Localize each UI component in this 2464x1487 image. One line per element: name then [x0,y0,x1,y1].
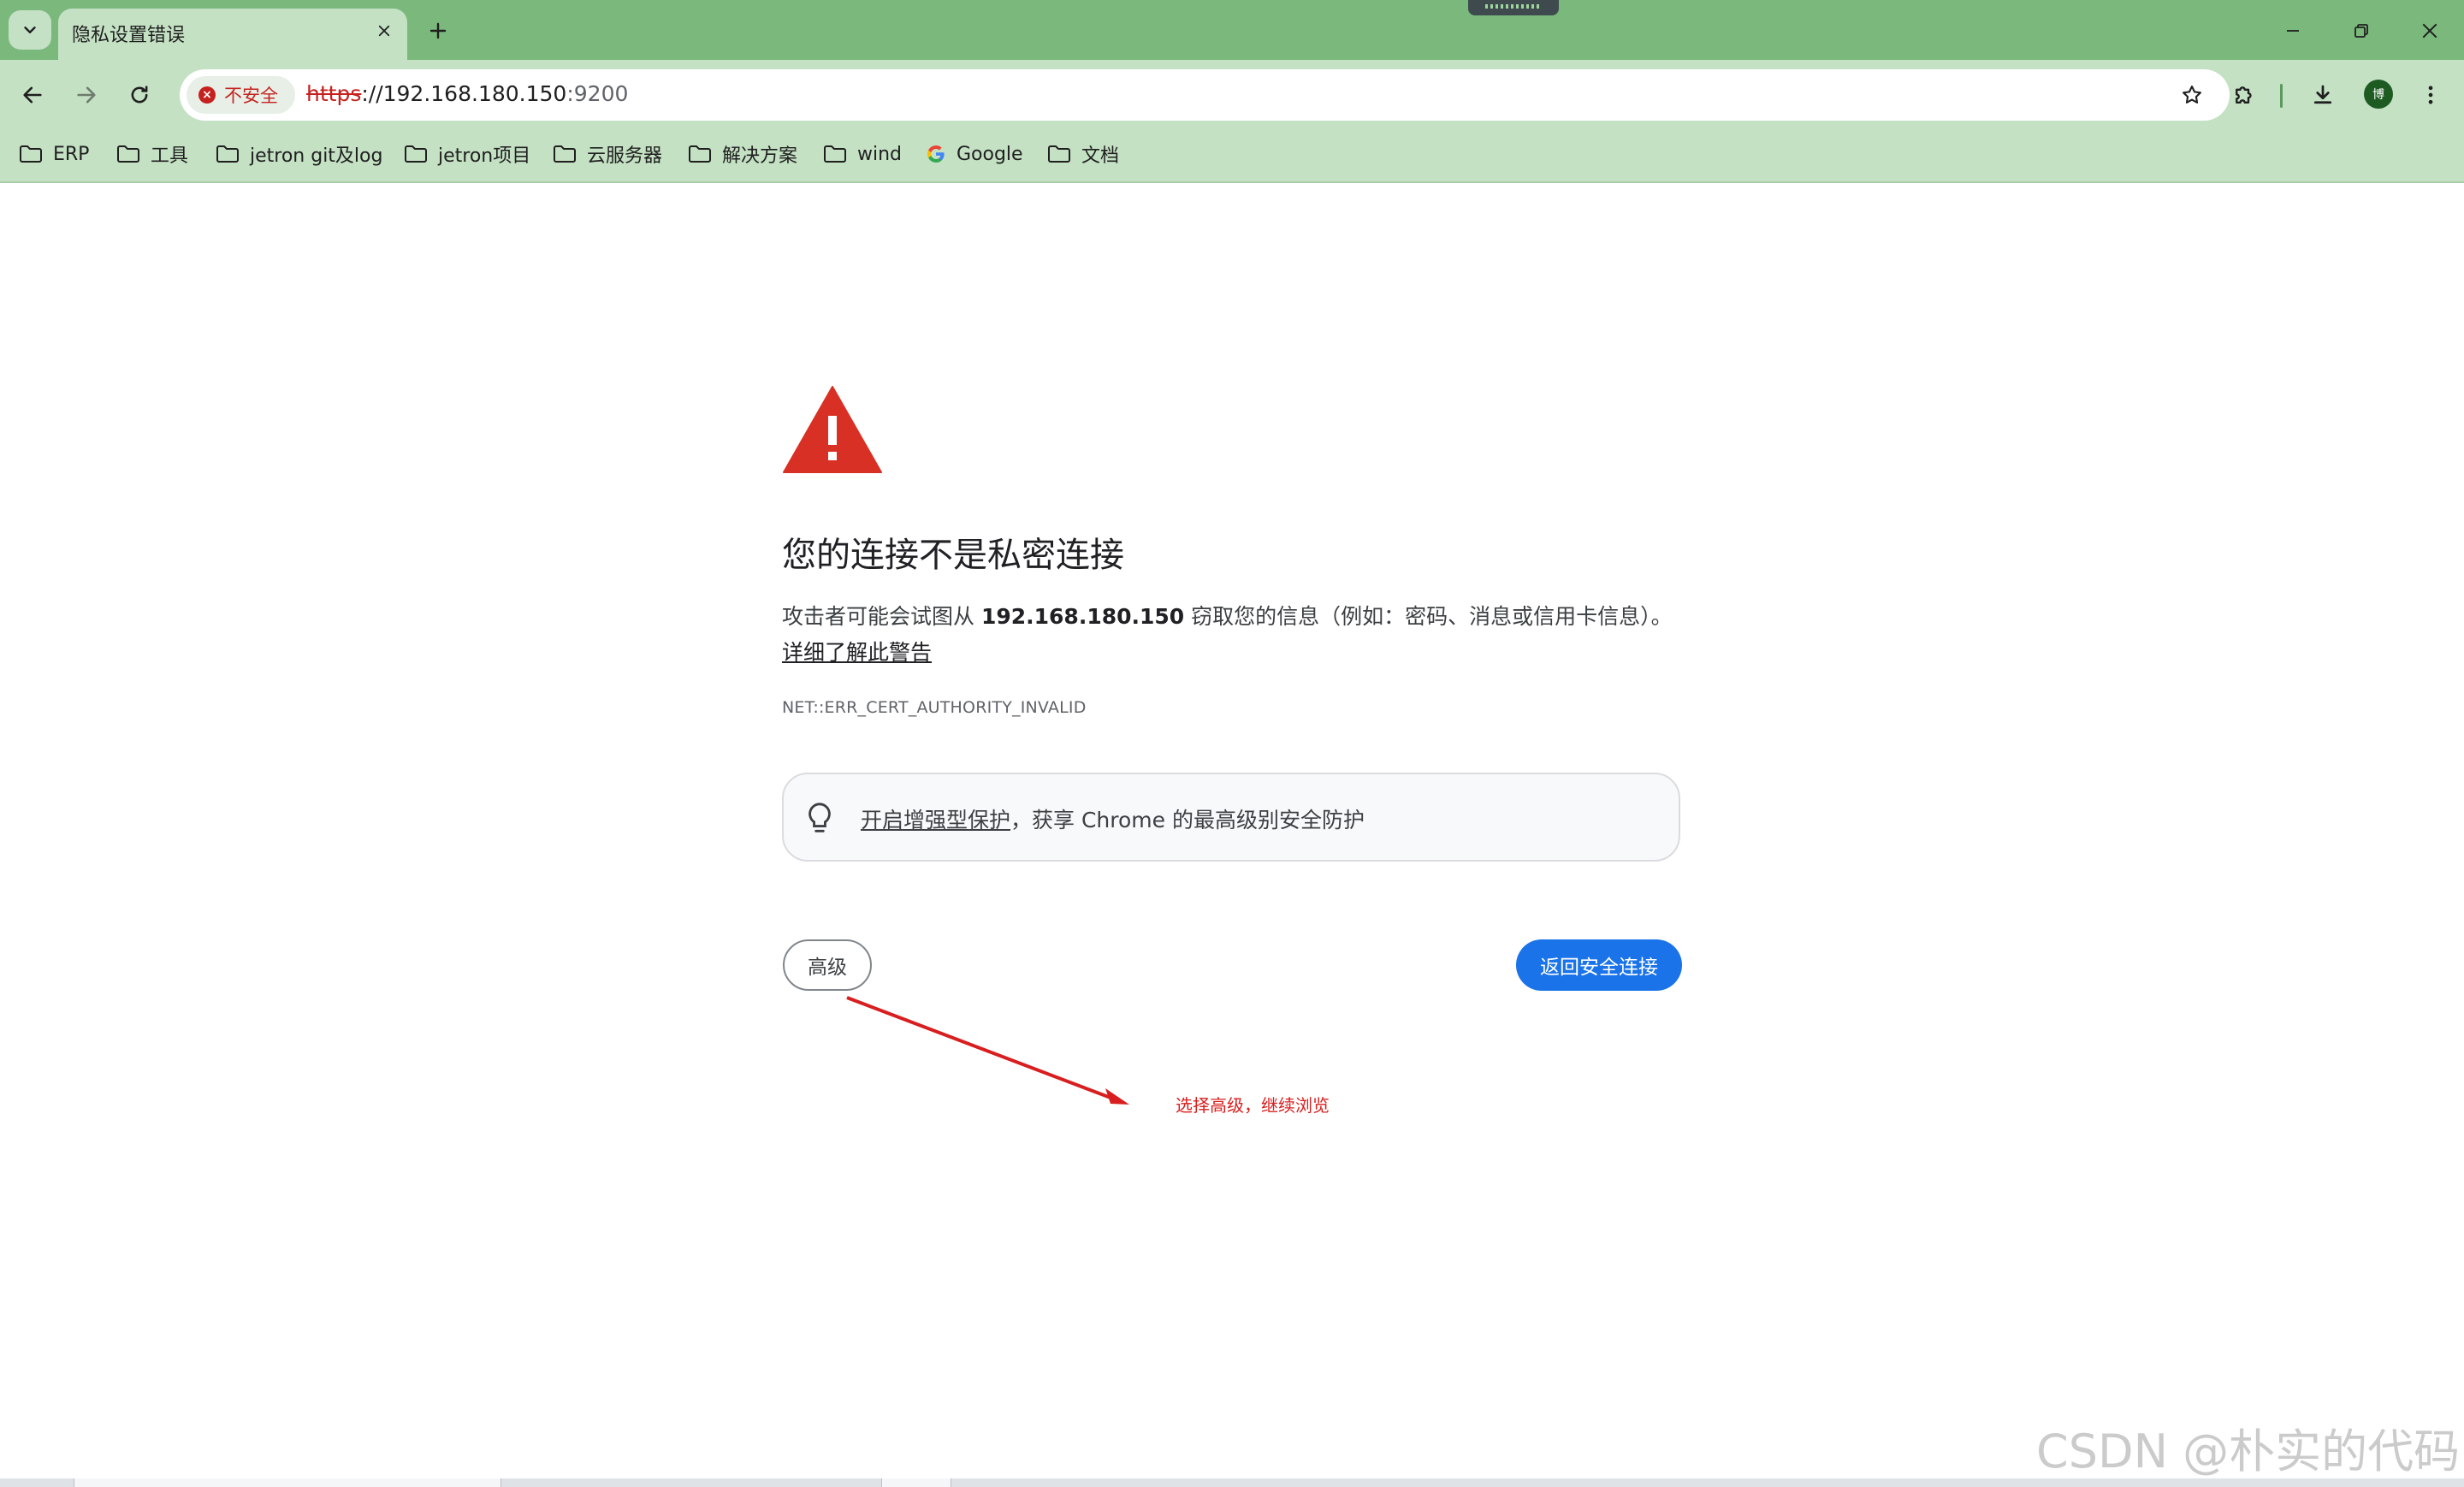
bookmark-label: wind [857,143,903,165]
watermark: CSDN @朴实的代码 [2036,1425,2461,1478]
desc-host: 192.168.180.150 [980,604,1185,629]
bookmark-label: 文档 [1081,145,1120,167]
warning-description: 攻击者可能会试图从 192.168.180.150 窃取您的信息（例如：密码、消… [782,599,1689,671]
star-icon [2183,86,2201,104]
bookmark-item[interactable]: jetron git及log [216,137,382,171]
restore-button[interactable] [2337,12,2385,50]
bookmark-item[interactable]: 文档 [1047,137,1119,171]
profile-avatar[interactable]: 博 [2364,80,2393,109]
tab-close-button[interactable] [371,18,397,44]
bookmark-item[interactable]: jetron项目 [404,137,530,171]
bookmark-item[interactable]: ERP [19,137,89,171]
advanced-button[interactable]: 高级 [783,939,872,991]
error-code: NET::ERR_CERT_AUTHORITY_INVALID [782,698,1087,717]
enhanced-protection-text: 开启增强型保护，获享 Chrome 的最高级别安全防护 [861,803,1365,834]
bookmark-label: 解决方案 [722,145,798,167]
download-icon [2313,85,2332,104]
new-tab-button[interactable] [419,12,457,50]
folder-icon [116,144,140,164]
plus-icon [429,22,447,39]
folder-icon [19,144,43,164]
bookmark-label: 工具 [151,145,189,167]
bookmark-item[interactable]: 解决方案 [688,137,797,171]
close-icon [2422,23,2437,39]
url-port: :9200 [566,81,629,106]
not-secure-icon: × [198,86,216,104]
reload-button[interactable] [120,75,159,115]
url-scheme: https [306,81,362,106]
chrome-menu-button[interactable] [2411,75,2450,115]
toolbar-separator [2280,84,2283,108]
extensions-button[interactable] [2224,75,2264,115]
enhanced-protection-link[interactable]: 开启增强型保护 [861,808,1010,832]
browser-toolbar: × 不安全 https://192.168.180.150:9200 [0,60,2464,130]
bookmark-item[interactable]: wind [823,137,902,171]
bookmark-item[interactable]: Google [926,137,1023,171]
bookmark-label: jetron git及log [250,145,383,167]
bookmark-label: Google [957,143,1023,165]
restore-icon [2354,24,2368,38]
reload-icon [131,86,148,104]
desc-suffix: 窃取您的信息（例如：密码、消息或信用卡信息）。 [1184,604,1673,629]
window-close-button[interactable] [2406,12,2454,50]
url-text[interactable]: https://192.168.180.150:9200 [306,81,628,106]
arrow-left-icon [23,86,42,104]
enhanced-protection-rest: ，获享 Chrome 的最高级别安全防护 [1010,808,1365,832]
security-chip[interactable]: × 不安全 [187,76,295,114]
enhanced-protection-box: 开启增强型保护，获享 Chrome 的最高级别安全防护 [782,773,1680,862]
minimize-icon [2287,30,2299,32]
address-bar[interactable]: × 不安全 https://192.168.180.150:9200 [180,69,2230,121]
title-bar: 隐私设置错误 [0,0,2464,62]
bookmark-label: ERP [53,143,90,165]
annotation-text: 选择高级，继续浏览 [1176,1095,1330,1116]
downloads-button[interactable] [2303,75,2343,115]
tab-title: 隐私设置错误 [72,25,186,46]
more-vertical-icon [2428,86,2433,104]
puzzle-icon [2236,86,2252,104]
back-to-safety-button[interactable]: 返回安全连接 [1516,939,1682,991]
taskbar-segment [74,1478,501,1487]
folder-icon [404,144,428,164]
bookmark-label: jetron项目 [438,145,531,167]
folder-icon [216,144,240,164]
security-chip-label: 不安全 [224,86,278,106]
folder-icon [1047,144,1071,164]
desc-prefix: 攻击者可能会试图从 [782,604,981,629]
folder-icon [688,144,712,164]
warning-triangle-icon [783,386,882,473]
bookmark-item[interactable]: 工具 [116,137,188,171]
taskbar-strip [0,1478,2464,1487]
url-host: ://192.168.180.150 [361,81,567,106]
taskbar-segment [881,1478,951,1487]
lightbulb-icon [808,803,831,832]
close-icon [378,25,390,37]
tab-search-button[interactable] [9,10,51,50]
learn-more-link[interactable]: 详细了解此警告 [782,640,932,665]
folder-icon [823,144,847,164]
bookmarks-bar: ERP 工具 jetron git及log jetron项目 云服务器 解决方案 wind G… [0,130,2464,183]
back-button[interactable] [13,75,52,115]
minimize-button[interactable] [2269,12,2317,50]
bookmark-item[interactable]: 云服务器 [553,137,662,171]
bookmark-star-button[interactable] [2177,80,2207,110]
page-title: 您的连接不是私密连接 [782,536,1124,575]
folder-icon [553,144,577,164]
forward-button[interactable] [67,75,106,115]
arrow-right-icon [77,86,96,104]
window-grab-handle[interactable] [1468,0,1559,15]
bookmark-label: 云服务器 [587,145,663,167]
chevron-down-icon [24,27,36,33]
active-tab[interactable]: 隐私设置错误 [58,9,407,62]
annotation-arrow-icon [846,996,1129,1105]
google-icon [926,144,946,164]
